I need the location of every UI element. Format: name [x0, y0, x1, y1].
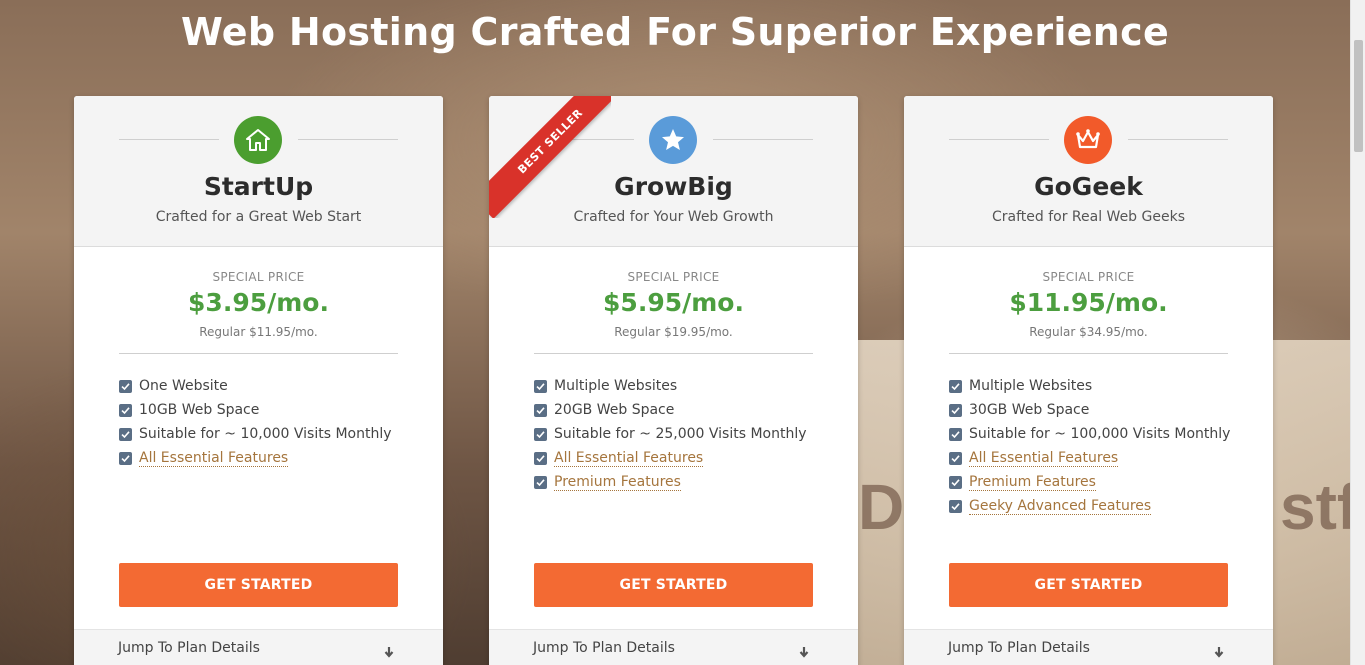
feature-list: Multiple Websites 20GB Web Space Suitable …: [534, 374, 824, 494]
checkbox-checked-icon: [949, 403, 962, 417]
arrow-down-icon: [798, 643, 810, 662]
plan-name: StartUp: [203, 172, 314, 201]
checkbox-checked-icon: [119, 451, 132, 465]
feature-list: One Website 10GB Web Space Suitable for ~ …: [119, 374, 409, 470]
divider: [1128, 139, 1228, 140]
feature-item: Premium Features: [534, 470, 824, 494]
plan-price: $5.95/mo.: [603, 288, 744, 317]
plan-name: GoGeek: [1034, 172, 1143, 201]
feature-item: Suitable for ~ 25,000 Visits Monthly: [534, 422, 824, 446]
feature-item: One Website: [119, 374, 409, 398]
checkbox-checked-icon: [949, 427, 962, 441]
plan-price: $3.95/mo.: [188, 288, 329, 317]
feature-text: Suitable for ~ 10,000 Visits Monthly: [139, 426, 392, 442]
feature-link[interactable]: All Essential Features: [139, 450, 289, 467]
arrow-down-icon: [383, 643, 395, 662]
feature-link[interactable]: Geeky Advanced Features: [969, 498, 1152, 515]
special-price-label: SPECIAL PRICE: [627, 270, 720, 284]
divider: [534, 353, 813, 354]
jump-to-plan-details[interactable]: Jump To Plan Details: [904, 629, 1273, 665]
feature-link[interactable]: All Essential Features: [969, 450, 1119, 467]
house-icon: [234, 116, 282, 164]
feature-item: 10GB Web Space: [119, 398, 409, 422]
best-seller-ribbon: BEST SELLER: [489, 96, 611, 218]
feature-link[interactable]: Premium Features: [969, 474, 1096, 491]
scrollbar-thumb[interactable]: [1354, 40, 1363, 152]
feature-item: Multiple Websites: [949, 374, 1239, 398]
feature-item: Geeky Advanced Features: [949, 494, 1239, 518]
divider: [713, 139, 813, 140]
feature-item: Suitable for ~ 10,000 Visits Monthly: [119, 422, 409, 446]
jump-to-plan-details[interactable]: Jump To Plan Details: [74, 629, 443, 665]
divider: [119, 353, 398, 354]
regular-price: Regular $11.95/mo.: [199, 325, 318, 339]
feature-item: All Essential Features: [534, 446, 824, 470]
feature-item: 20GB Web Space: [534, 398, 824, 422]
feature-text: Suitable for ~ 25,000 Visits Monthly: [554, 426, 807, 442]
jump-to-plan-details-label: Jump To Plan Details: [118, 640, 260, 656]
checkbox-checked-icon: [534, 379, 547, 393]
special-price-label: SPECIAL PRICE: [212, 270, 305, 284]
background-lettering-right: stf: [1280, 471, 1359, 543]
feature-item: All Essential Features: [949, 446, 1239, 470]
feature-item: 30GB Web Space: [949, 398, 1239, 422]
checkbox-checked-icon: [534, 403, 547, 417]
checkbox-checked-icon: [949, 379, 962, 393]
checkbox-checked-icon: [949, 451, 962, 465]
feature-link[interactable]: All Essential Features: [554, 450, 704, 467]
feature-text: Multiple Websites: [554, 378, 678, 394]
jump-to-plan-details[interactable]: Jump To Plan Details: [489, 629, 858, 665]
plan-card-header: StartUp Crafted for a Great Web Start: [74, 96, 443, 247]
checkbox-checked-icon: [949, 475, 962, 489]
feature-item: Suitable for ~ 100,000 Visits Monthly: [949, 422, 1239, 446]
feature-text: 30GB Web Space: [969, 402, 1090, 418]
feature-text: Multiple Websites: [969, 378, 1093, 394]
checkbox-checked-icon: [534, 475, 547, 489]
feature-text: One Website: [139, 378, 228, 394]
get-started-button[interactable]: GET STARTED: [949, 563, 1228, 607]
plan-tagline: Crafted for a Great Web Start: [155, 209, 362, 225]
divider: [949, 353, 1228, 354]
plan-card-startup: StartUp Crafted for a Great Web Start SP…: [74, 96, 443, 665]
checkbox-checked-icon: [119, 379, 132, 393]
regular-price: Regular $19.95/mo.: [614, 325, 733, 339]
feature-item: All Essential Features: [119, 446, 409, 470]
get-started-button[interactable]: GET STARTED: [534, 563, 813, 607]
get-started-button[interactable]: GET STARTED: [119, 563, 398, 607]
checkbox-checked-icon: [534, 427, 547, 441]
special-price-label: SPECIAL PRICE: [1042, 270, 1135, 284]
feature-text: Suitable for ~ 100,000 Visits Monthly: [969, 426, 1231, 442]
plan-card-gogeek: GoGeek Crafted for Real Web Geeks SPECIA…: [904, 96, 1273, 665]
checkbox-checked-icon: [534, 451, 547, 465]
checkbox-checked-icon: [119, 403, 132, 417]
divider: [949, 139, 1049, 140]
jump-to-plan-details-label: Jump To Plan Details: [948, 640, 1090, 656]
feature-item: Multiple Websites: [534, 374, 824, 398]
plan-card-growbig: GrowBig Crafted for Your Web Growth SPEC…: [489, 96, 858, 665]
feature-list: Multiple Websites 30GB Web Space Suitable …: [949, 374, 1239, 518]
divider: [119, 139, 219, 140]
feature-link[interactable]: Premium Features: [554, 474, 681, 491]
checkbox-checked-icon: [949, 499, 962, 513]
plan-price: $11.95/mo.: [1009, 288, 1168, 317]
ribbon-label: BEST SELLER: [514, 105, 586, 177]
jump-to-plan-details-label: Jump To Plan Details: [533, 640, 675, 656]
vertical-scrollbar[interactable]: [1350, 0, 1365, 665]
plan-card-header: GoGeek Crafted for Real Web Geeks: [904, 96, 1273, 247]
arrow-down-icon: [1213, 643, 1225, 662]
divider: [298, 139, 398, 140]
crown-icon: [1064, 116, 1112, 164]
feature-text: 20GB Web Space: [554, 402, 675, 418]
star-icon: [649, 116, 697, 164]
checkbox-checked-icon: [119, 427, 132, 441]
regular-price: Regular $34.95/mo.: [1029, 325, 1148, 339]
feature-item: Premium Features: [949, 470, 1239, 494]
plan-tagline: Crafted for Real Web Geeks: [991, 209, 1185, 225]
page-headline: Web Hosting Crafted For Superior Experie…: [180, 10, 1170, 54]
feature-text: 10GB Web Space: [139, 402, 260, 418]
